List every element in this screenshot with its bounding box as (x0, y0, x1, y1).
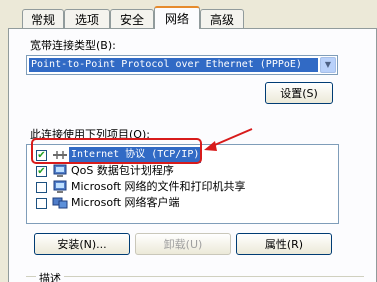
list-item-label: Microsoft 网络客户端 (71, 196, 180, 209)
list-item-label: Microsoft 网络的文件和打印机共享 (71, 180, 246, 193)
list-item-ms-client[interactable]: Microsoft 网络客户端 (27, 195, 338, 211)
settings-button[interactable]: 设置(S) (265, 82, 333, 104)
list-item-qos[interactable]: ✔ QoS 数据包计划程序 (27, 163, 338, 179)
list-item-label: QoS 数据包计划程序 (71, 164, 174, 177)
network-client-icon (52, 197, 68, 209)
properties-button[interactable]: 属性(R) (236, 233, 332, 255)
network-service-icon (53, 164, 67, 177)
annotation-arrow-icon (204, 128, 253, 151)
tab-general[interactable]: 常规 (22, 9, 64, 28)
network-service-icon (53, 180, 67, 193)
tab-bar: 常规 选项 安全 网络 高级 (0, 0, 377, 29)
connection-type-label: 宽带连接类型(B): (30, 39, 116, 52)
highlight-box (31, 138, 202, 164)
file-print-sharing-checkbox[interactable] (36, 182, 47, 193)
chevron-down-icon[interactable]: ▼ (320, 57, 336, 73)
description-label: 描述 (36, 270, 64, 282)
tab-network[interactable]: 网络 (154, 6, 200, 29)
qos-checkbox[interactable]: ✔ (36, 166, 47, 177)
tab-security[interactable]: 安全 (110, 9, 154, 28)
uninstall-button[interactable]: 卸载(U) (135, 233, 231, 255)
list-item-file-print-sharing[interactable]: Microsoft 网络的文件和打印机共享 (27, 179, 338, 195)
tab-advanced[interactable]: 高级 (200, 9, 244, 28)
connection-type-select[interactable]: Point-to-Point Protocol over Ethernet (P… (26, 55, 338, 75)
tab-options[interactable]: 选项 (64, 9, 110, 28)
connection-type-value: Point-to-Point Protocol over Ethernet (P… (29, 58, 318, 72)
ms-client-checkbox[interactable] (36, 198, 47, 209)
description-group-border (26, 276, 364, 277)
install-button[interactable]: 安装(N)... (34, 233, 130, 255)
